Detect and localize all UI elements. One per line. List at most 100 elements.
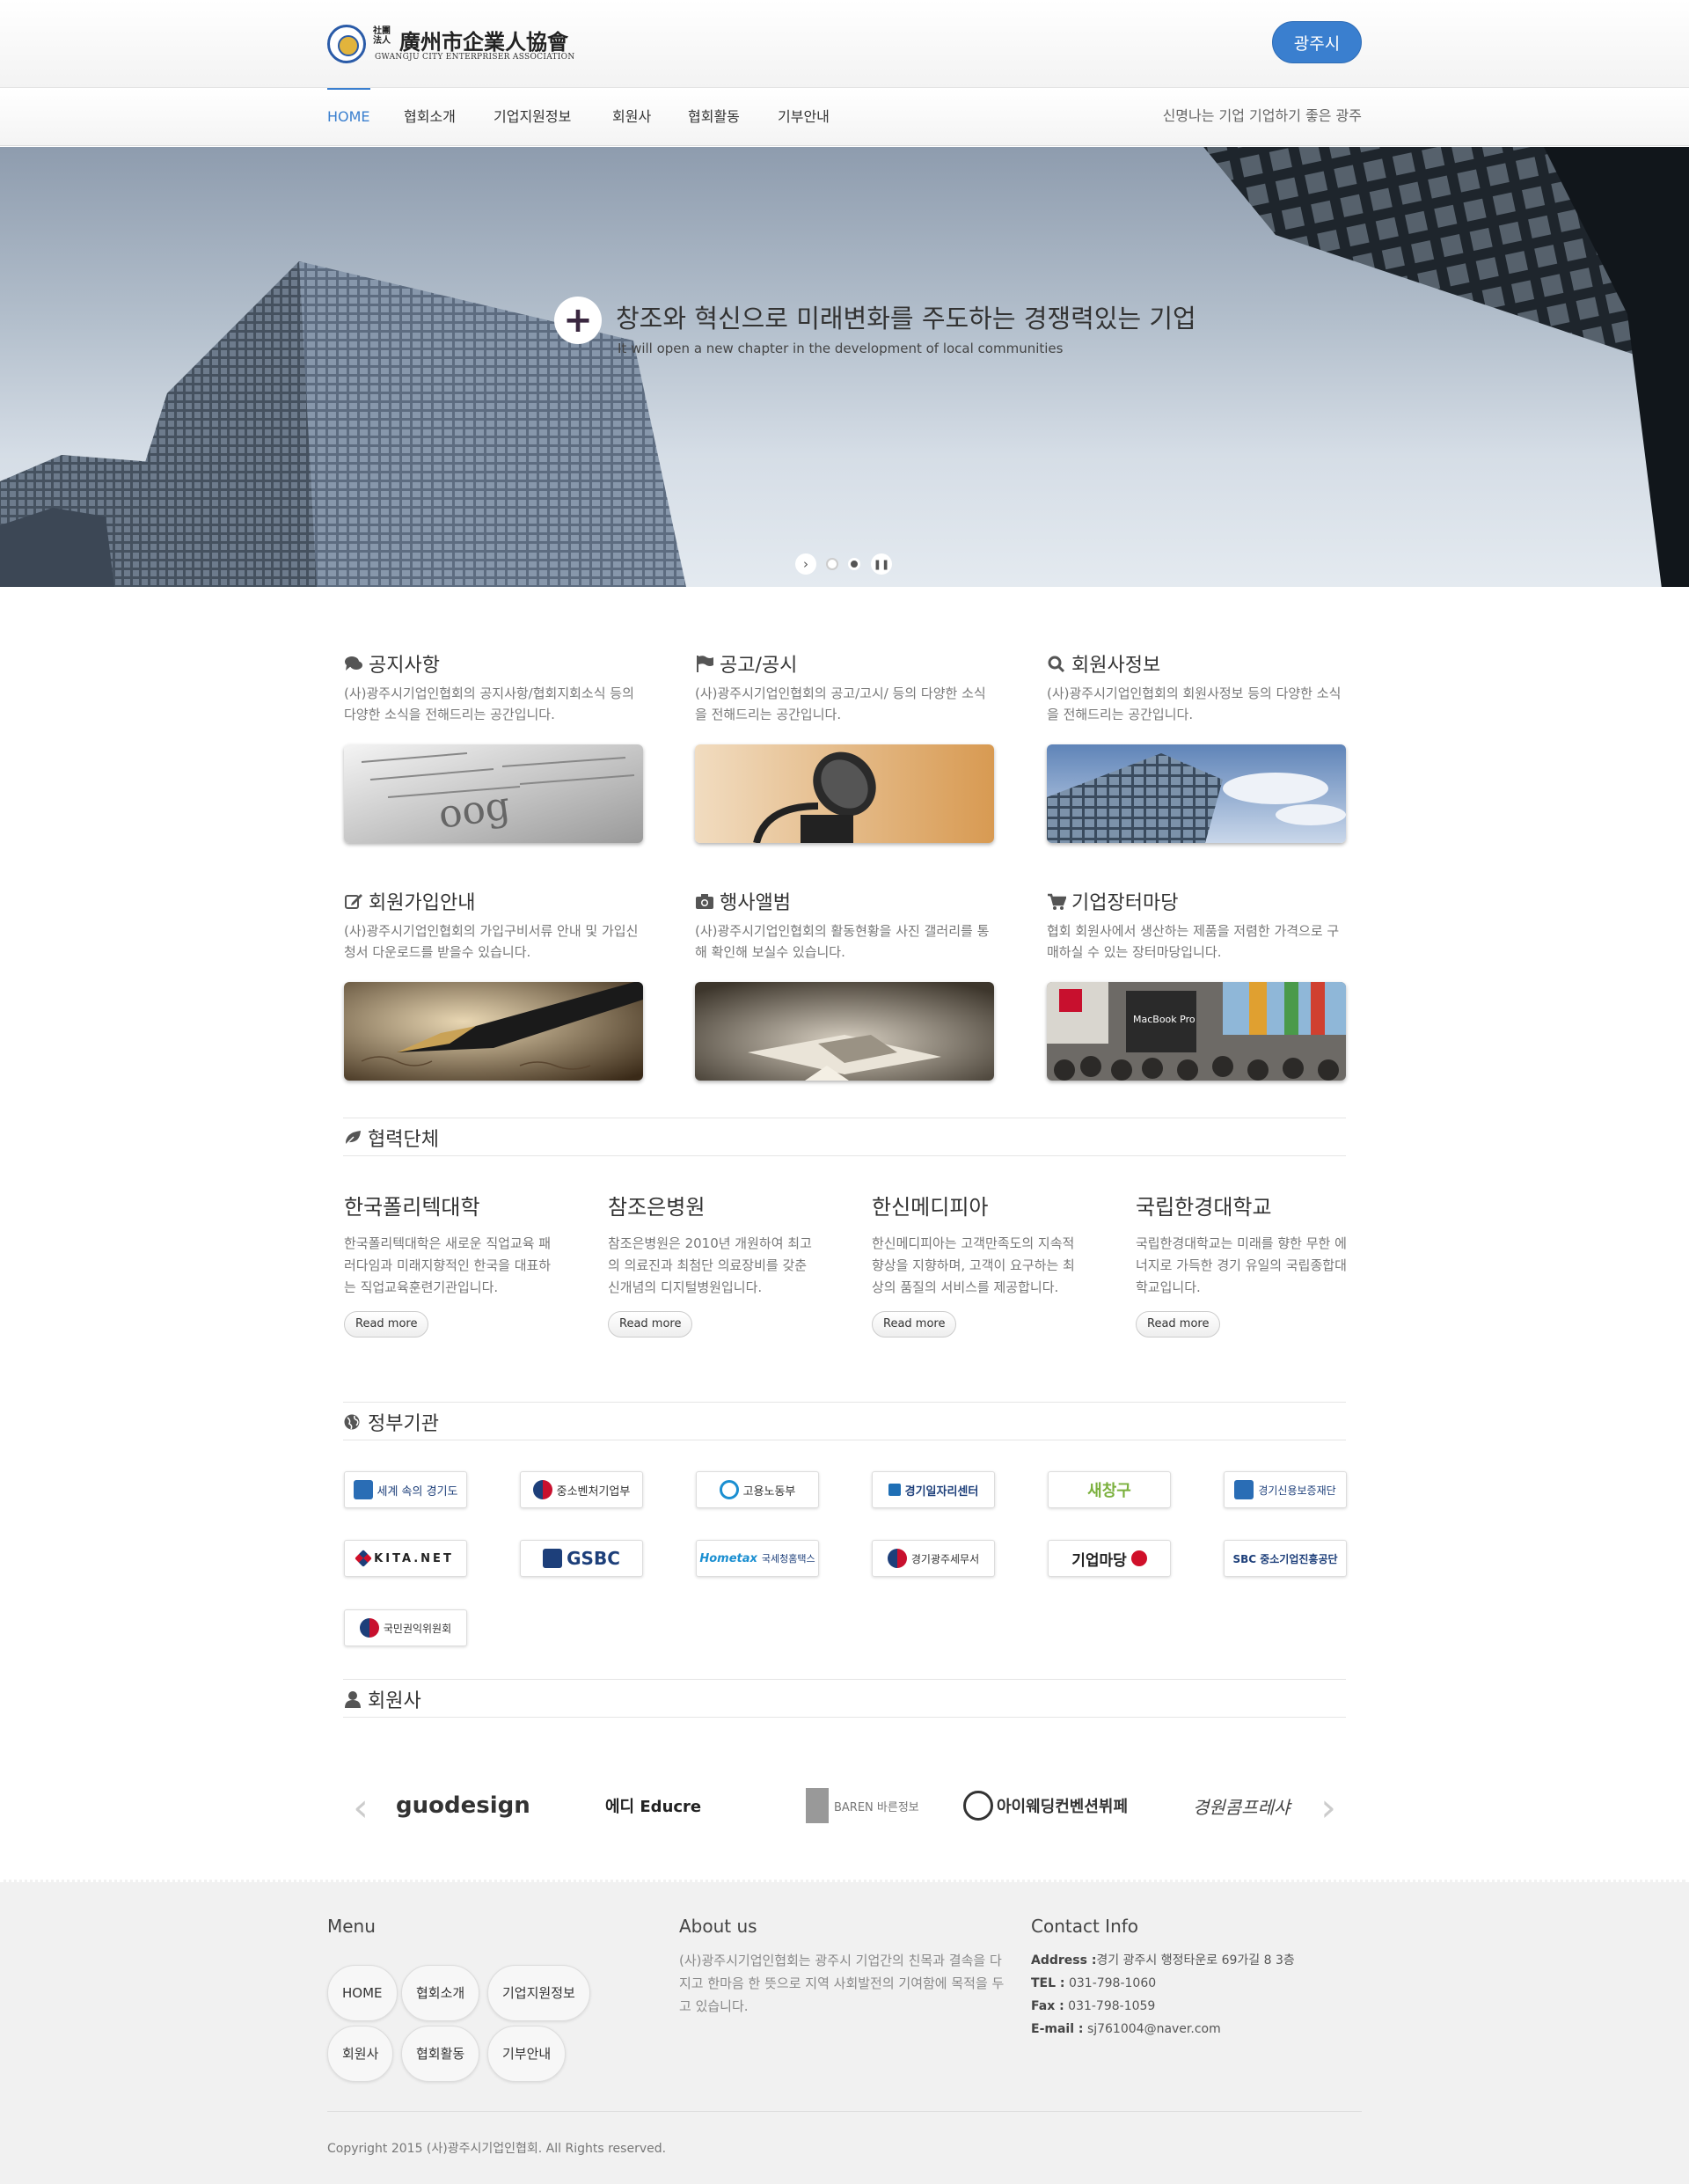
carousel-prev-icon[interactable]: ‹ <box>350 1789 371 1828</box>
exhibition-image[interactable]: MacBook Pro <box>1047 982 1346 1081</box>
service-desc: (사)광주시기업인협회의 활동현황을 사진 갤러리를 통해 확인해 보실수 있습… <box>695 923 990 960</box>
gov-logo-hometax[interactable]: Hometax 국세청홈택스 <box>696 1540 819 1577</box>
gov-logo-gsbc[interactable]: GSBC <box>520 1540 643 1577</box>
gov-logo-label: GSBC <box>567 1548 620 1569</box>
nav-donation[interactable]: 기부안내 <box>778 88 830 146</box>
gov-logo-gyeonggi[interactable]: 세계 속의 경기도 <box>344 1471 467 1508</box>
slider-dot-2[interactable] <box>848 558 860 570</box>
site-logo[interactable]: 社團法人 廣州市企業人協會 GWANGJU CITY ENTERPRISER A… <box>327 23 582 65</box>
service-join-guide-title[interactable]: 회원가입안내 <box>344 887 475 915</box>
footer-menu-donation[interactable]: 기부안내 <box>487 2026 567 2082</box>
partner-card: 참조은병원 참조은병원은 2010년 개원하여 최고의 의료진과 최첨단 의료장… <box>608 1190 819 1338</box>
service-member-info-title[interactable]: 회원사정보 <box>1047 649 1160 678</box>
gov-logo-label: SBC 중소기업진흥공단 <box>1232 1552 1338 1565</box>
member-logo-compressor[interactable]: 경원콤프레샤 <box>1193 1779 1290 1832</box>
read-more-button[interactable]: Read more <box>872 1311 957 1338</box>
service-title-text: 기업장터마당 <box>1071 892 1179 914</box>
partner-card: 한신메디피아 한신메디피아는 고객만족도의 지속적 향상을 지향하며, 고객이 … <box>872 1190 1083 1338</box>
nav-activities[interactable]: 협회활동 <box>688 88 740 146</box>
svg-text:MacBook Pro: MacBook Pro <box>1133 1014 1195 1025</box>
gov-logo-acrc[interactable]: 국민권익위원회 <box>344 1609 467 1646</box>
cart-icon <box>1048 893 1066 910</box>
members-heading: 회원사 <box>343 1685 421 1713</box>
partner-card: 한국폴리텍대학 한국폴리텍대학은 새로운 직업교육 패러다임과 미래지향적인 한… <box>344 1190 555 1338</box>
service-album-title[interactable]: 행사앨범 <box>695 887 791 915</box>
partners-section-header: 협력단체 <box>343 1118 1346 1156</box>
gsbc-logo-icon <box>543 1549 563 1568</box>
service-desc: 협회 회원사에서 생산하는 제품을 저렴한 가격으로 구매하실 수 있는 장터마… <box>1047 923 1340 960</box>
gov-logo-kita[interactable]: KITA.NET <box>344 1540 467 1577</box>
partner-title[interactable]: 한신메디피아 <box>872 1190 1083 1220</box>
microphone-image[interactable] <box>695 744 994 843</box>
members-section-header: 회원사 <box>343 1679 1346 1718</box>
association-seal-icon <box>327 25 366 63</box>
partners-heading: 협력단체 <box>343 1124 439 1152</box>
fountain-pen-image[interactable] <box>344 982 643 1081</box>
city-button[interactable]: 광주시 <box>1272 21 1362 63</box>
read-more-button[interactable]: Read more <box>608 1311 693 1338</box>
fax-label: Fax : <box>1031 1999 1064 2013</box>
gov-logo-job-center[interactable]: 경기일자리센터 <box>872 1471 995 1508</box>
newspaper-image[interactable]: oog <box>344 744 643 843</box>
skyscraper-right-image <box>1203 147 1689 587</box>
user-icon <box>345 1691 361 1708</box>
member-logo-baren[interactable]: BAREN 바른정보 <box>806 1779 919 1832</box>
nav-support-info[interactable]: 기업지원정보 <box>494 88 571 146</box>
photos-image[interactable] <box>695 982 994 1081</box>
slider-next-icon[interactable]: › <box>795 553 816 575</box>
member-logo-educre[interactable]: 에디 Educre <box>605 1779 701 1832</box>
email-value[interactable]: sj761004@naver.com <box>1087 2022 1221 2036</box>
building-image[interactable] <box>1047 744 1346 843</box>
footer-about-text: (사)광주시기업인협회는 광주시 기업간의 친목과 결속을 다지고 한마음 한 … <box>679 1953 1005 2014</box>
bizinfo-logo-icon <box>1130 1550 1147 1566</box>
gov-logo-small: Hometax <box>699 1551 757 1565</box>
gov-logo-tax-office[interactable]: 경기광주세무서 <box>872 1540 995 1577</box>
gov-logo-label: 경기일자리센터 <box>904 1484 979 1499</box>
partner-desc: 한국폴리텍대학은 새로운 직업교육 패러다임과 미래지향적인 한국을 대표하는 … <box>344 1235 552 1295</box>
site-header: 社團法人 廣州市企業人協會 GWANGJU CITY ENTERPRISER A… <box>0 0 1689 88</box>
read-more-button[interactable]: Read more <box>344 1311 429 1338</box>
nav-members[interactable]: 회원사 <box>612 88 651 146</box>
slider-dot-1[interactable] <box>826 558 838 570</box>
gov-logo-label: KITA.NET <box>374 1551 454 1565</box>
read-more-button[interactable]: Read more <box>1136 1311 1221 1338</box>
member-logo-iwedding[interactable]: 아이웨딩컨벤션뷔페 <box>963 1779 1128 1832</box>
footer-menu-heading: Menu <box>327 1916 376 1937</box>
gyeonggi-logo-icon <box>353 1480 373 1499</box>
gov-logo-saechanggu[interactable]: 새창구 <box>1048 1471 1171 1508</box>
footer-menu-home[interactable]: HOME <box>327 1965 398 2021</box>
leaf-icon <box>344 1131 361 1147</box>
gov-logo-moel[interactable]: 고용노동부 <box>696 1471 819 1508</box>
service-notice-title[interactable]: 공지사항 <box>344 649 440 678</box>
gov-logo-gcgf[interactable]: 경기신용보증재단 <box>1224 1471 1347 1508</box>
footer-menu-about[interactable]: 협회소개 <box>401 1965 480 2021</box>
slider-pause-icon[interactable]: ❚❚ <box>871 553 892 575</box>
partner-title[interactable]: 참조은병원 <box>608 1190 819 1220</box>
footer-menu-members[interactable]: 회원사 <box>327 2026 394 2082</box>
partner-desc: 참조은병원은 2010년 개원하여 최고의 의료진과 최첨단 의료장비를 갖춘 … <box>608 1235 812 1295</box>
gov-logo-bizinfo[interactable]: 기업마당 <box>1048 1540 1171 1577</box>
service-announcement-title[interactable]: 공고/공시 <box>695 649 797 678</box>
gov-logo-sbc[interactable]: SBC 중소기업진흥공단 <box>1224 1540 1347 1577</box>
taegeuk-icon <box>532 1480 552 1499</box>
gov-logo-label: 기업마당 <box>1071 1551 1127 1570</box>
footer-about-heading: About us <box>679 1916 757 1937</box>
partner-desc: 한신메디피아는 고객만족도의 지속적 향상을 지향하며, 고객이 요구하는 최상… <box>872 1235 1075 1295</box>
nav-about[interactable]: 협회소개 <box>404 88 456 146</box>
gov-logo-label: 국민권익위원회 <box>383 1622 452 1635</box>
gov-logo-mss[interactable]: 중소벤처기업부 <box>520 1471 643 1508</box>
hero-plus-icon[interactable]: + <box>554 297 602 344</box>
partner-card: 국립한경대학교 국립한경대학교는 미래를 향한 무한 에너지로 가득한 경기 유… <box>1136 1190 1347 1338</box>
footer-menu-activities[interactable]: 협회활동 <box>401 2026 480 2082</box>
carousel-next-icon[interactable]: › <box>1318 1789 1339 1828</box>
kita-logo-icon <box>355 1550 373 1567</box>
partner-title[interactable]: 국립한경대학교 <box>1136 1190 1347 1220</box>
job-center-logo-icon <box>888 1484 901 1496</box>
partner-title[interactable]: 한국폴리텍대학 <box>344 1190 555 1220</box>
member-logo-guodesign[interactable]: guodesign <box>396 1779 530 1832</box>
gov-logo-label: 국세청홈택스 <box>761 1553 815 1565</box>
nav-home[interactable]: HOME <box>327 88 370 146</box>
service-market-title[interactable]: 기업장터마당 <box>1047 887 1178 915</box>
footer-menu-support-info[interactable]: 기업지원정보 <box>487 1965 590 2021</box>
partner-desc: 국립한경대학교는 미래를 향한 무한 에너지로 가득한 경기 유일의 국립종합대… <box>1136 1235 1347 1295</box>
